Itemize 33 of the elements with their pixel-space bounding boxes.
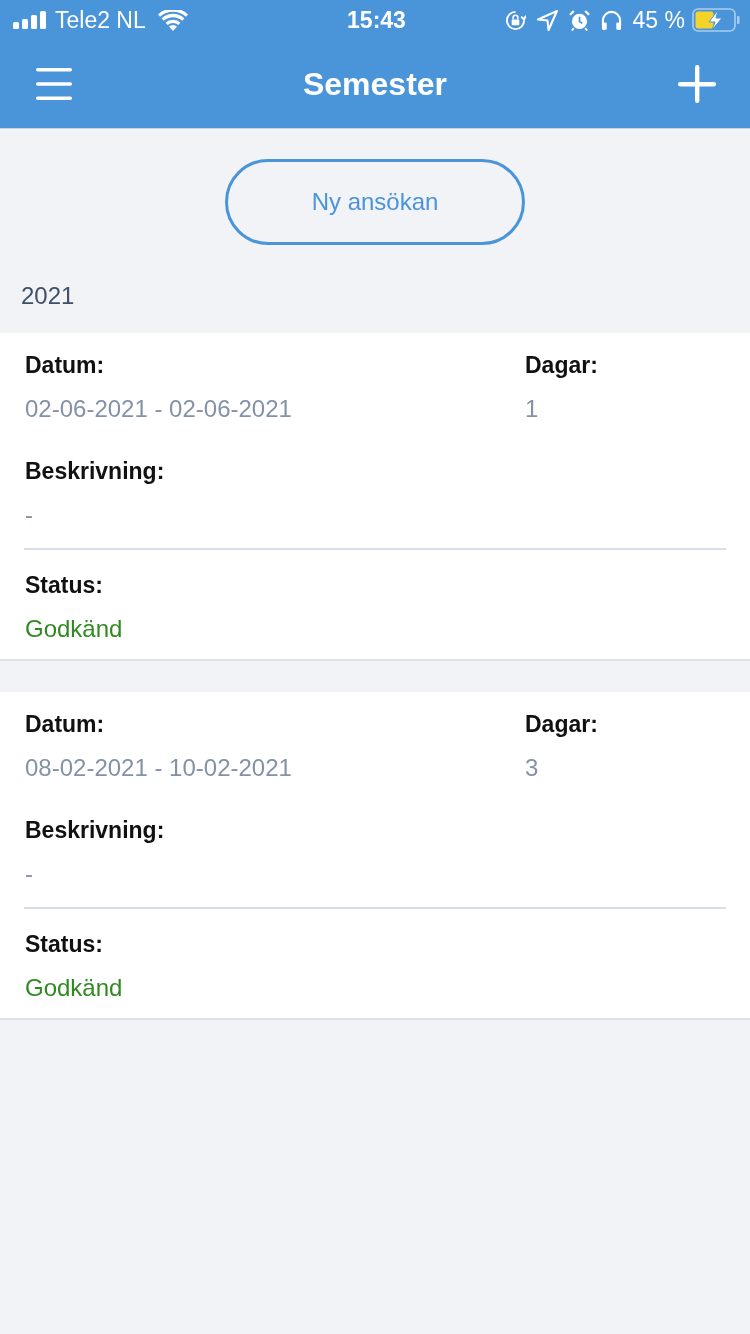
field-label: Dagar: <box>525 710 599 739</box>
new-request-button[interactable]: Ny ansökan <box>225 159 525 245</box>
field-label: Datum: <box>25 710 106 739</box>
field-label: Beskrivning: <box>25 816 166 845</box>
menu-button[interactable] <box>36 68 72 100</box>
wifi-icon <box>157 9 188 31</box>
screen-title: Semester <box>302 65 448 103</box>
headphones-icon <box>600 9 622 31</box>
date-range: 08-02-2021 - 10-02-2021 <box>25 753 293 783</box>
location-arrow-icon <box>536 9 558 31</box>
plus-icon <box>678 65 716 103</box>
field-label: Dagar: <box>525 351 599 380</box>
description-value: - <box>25 500 34 530</box>
status-value: Godkänd <box>25 973 124 1003</box>
field-label: Status: <box>25 930 104 959</box>
menu-icon <box>36 68 72 100</box>
field-label: Beskrivning: <box>25 457 166 486</box>
rotation-lock-icon <box>504 9 526 31</box>
status-value: Godkänd <box>25 614 124 644</box>
battery-percentage: 45 % <box>632 6 685 34</box>
field-label: Status: <box>25 571 104 600</box>
battery-charging-icon <box>692 8 740 32</box>
clock-time: 15:43 <box>347 6 406 34</box>
date-range: 02-06-2021 - 02-06-2021 <box>25 394 293 424</box>
carrier-name: Tele2 NL <box>55 6 146 34</box>
day-count: 3 <box>525 753 540 783</box>
add-button[interactable] <box>678 65 716 103</box>
signal-icon <box>13 11 47 29</box>
day-count: 1 <box>525 394 540 424</box>
field-label: Datum: <box>25 351 106 380</box>
alarm-clock-icon <box>568 9 590 31</box>
year-heading: 2021 <box>21 281 75 311</box>
description-value: - <box>25 859 34 889</box>
